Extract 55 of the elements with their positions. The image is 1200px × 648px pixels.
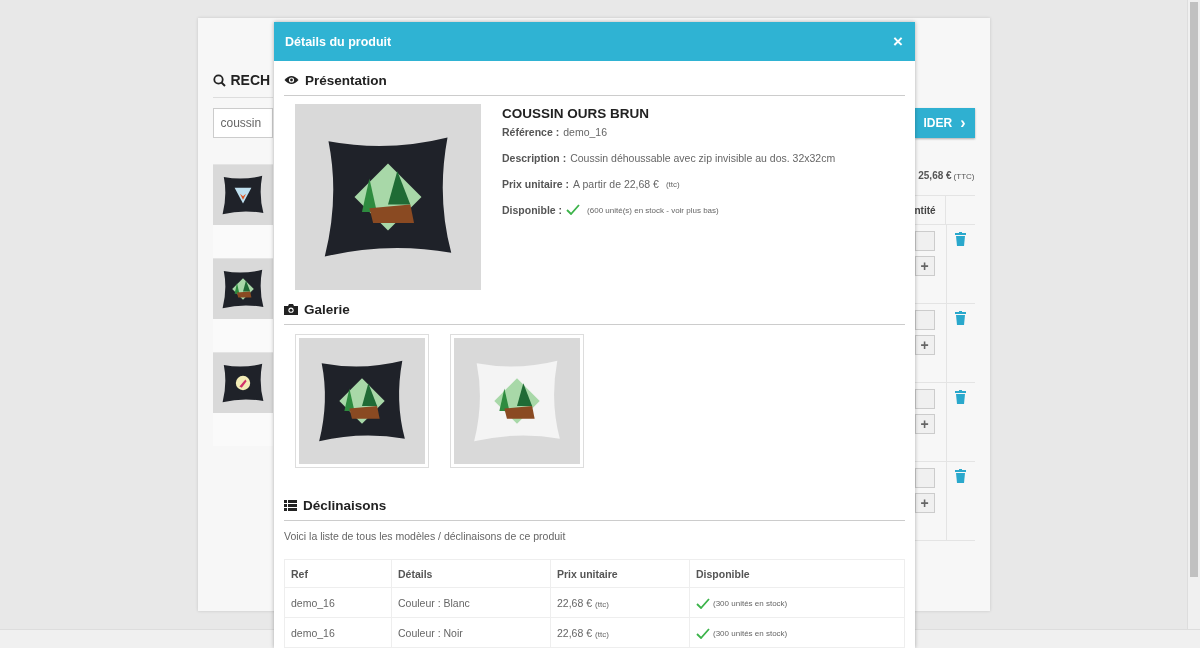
plus-button[interactable]: + [914,256,935,276]
modal-title: Détails du produit [285,34,392,49]
price: 22,68 € [557,596,593,609]
plus-button[interactable]: + [914,335,935,355]
tax-note: (ttc) [595,599,609,609]
field-note: (ttc) [665,180,680,189]
stock-note: (300 unités en stock) [713,629,788,639]
column-header: ntité [914,204,937,216]
tax-note: (ttc) [595,629,609,639]
table-cell: Couleur : Noir [391,617,551,648]
cushion-photo [212,259,273,319]
cushion-photo [212,165,273,225]
trash-icon[interactable] [955,469,966,483]
field-label: Description : [502,152,567,164]
section-heading: Galerie [304,301,350,317]
field-label: Référence : [502,126,560,138]
list-icon [284,499,297,511]
field-value: Coussin déhoussable avec zip invisible au dos. 32x32cm [570,152,836,164]
field-note: (600 unité(s) en stock - voir plus bas) [587,206,719,215]
product-name: COUSSIN OURS BRUN [502,106,650,121]
search-field[interactable]: coussin [212,108,273,138]
section-heading: Présentation [305,72,387,88]
trash-icon[interactable] [955,390,966,404]
camera-icon [284,303,298,315]
trash-icon[interactable] [955,232,966,246]
plus-button[interactable]: + [914,493,935,513]
column-header: Ref [284,559,392,588]
cart-total: 25,68 € [918,170,952,181]
cushion-photo [212,353,273,413]
scrollbar[interactable] [1187,0,1200,630]
quantity-field[interactable] [914,231,935,251]
field-label: Disponible : [502,204,563,216]
quantity-field[interactable] [914,310,935,330]
table-cell: demo_16 [284,587,392,618]
column-header: Prix unitaire [550,559,690,588]
field-value: demo_16 [563,126,607,138]
section-heading: RECH [230,72,271,88]
quantity-field[interactable] [914,468,935,488]
table-cell: demo_16 [284,617,392,648]
order-button[interactable]: IDER › [914,108,975,138]
quantity-field[interactable] [914,389,935,409]
eye-icon [284,75,299,85]
field-value: A partir de 22,68 € [573,178,659,190]
trash-icon[interactable] [955,311,966,325]
column-header: Disponible [689,559,905,588]
plus-button[interactable]: + [914,414,935,434]
table-cell: Couleur : Blanc [391,587,551,618]
column-header: Détails [391,559,551,588]
stock-note: (300 unités en stock) [713,599,788,609]
section-heading: Déclinaisons [303,497,387,513]
field-label: Prix unitaire : [502,178,570,190]
tax-note: (TTC) [953,172,975,181]
intro-text: Voici la liste de tous les modèles / déclinaisons de ce produit [284,530,567,542]
price: 22,68 € [557,626,593,639]
search-icon [212,73,226,87]
